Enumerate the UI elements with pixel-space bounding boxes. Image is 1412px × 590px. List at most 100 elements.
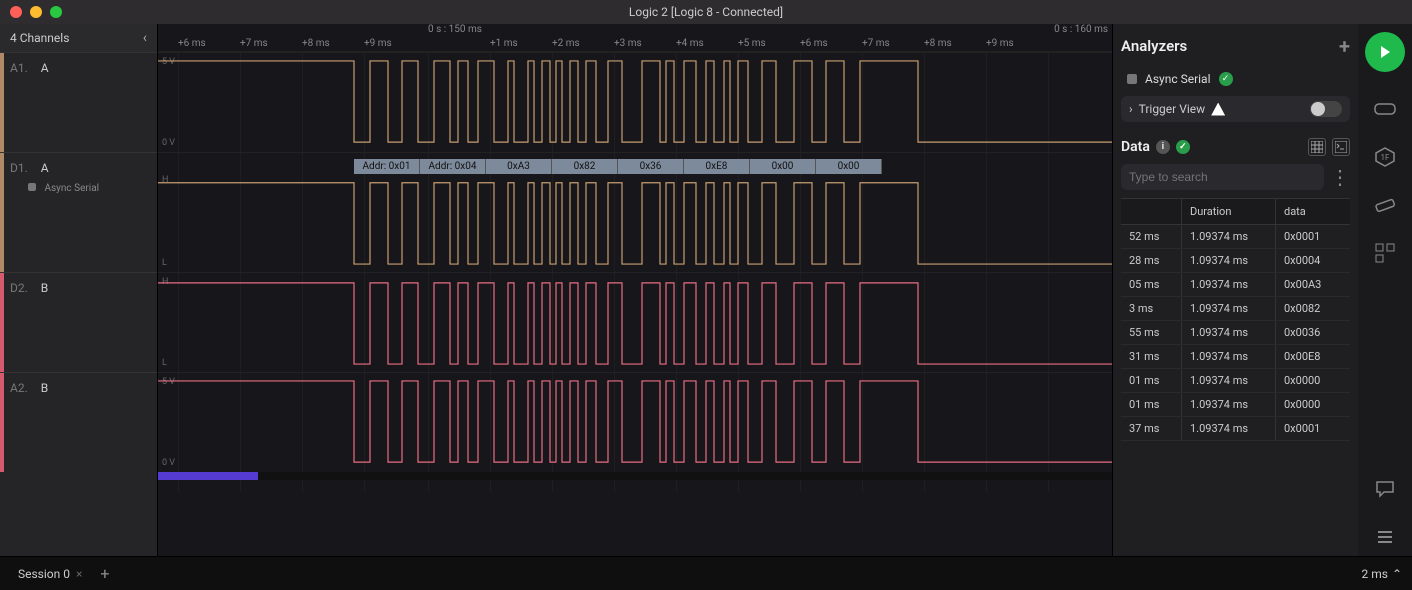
grid-icon[interactable] — [1374, 242, 1396, 264]
channel-name: A — [41, 161, 49, 175]
channels-count: 4 Channels — [10, 31, 69, 45]
ruler-tick: +9 ms — [364, 38, 392, 49]
waveform-plot — [158, 53, 1112, 152]
svg-text:1F: 1F — [1381, 153, 1390, 162]
ruler-tick: +7 ms — [862, 38, 890, 49]
minimap-scrollbar[interactable] — [158, 472, 1112, 480]
ruler-tick: +5 ms — [738, 38, 766, 49]
ruler-tick: +9 ms — [986, 38, 1014, 49]
add-analyzer-button[interactable]: + — [1339, 34, 1350, 58]
table-row[interactable]: 37 ms1.09374 ms0x0001 — [1121, 417, 1350, 441]
ruler-tick: +1 ms — [490, 38, 518, 49]
ruler-tick: +6 ms — [800, 38, 828, 49]
trigger-view-row[interactable]: › Trigger View — [1121, 96, 1350, 122]
channel-analyzer-label: Async Serial — [44, 183, 99, 194]
waveform-plot — [158, 273, 1112, 372]
wave-lane-a1[interactable]: 5 V 0 V — [158, 52, 1112, 152]
channel-name: B — [41, 281, 48, 295]
chat-icon[interactable] — [1374, 478, 1396, 500]
table-view-icon[interactable] — [1308, 138, 1326, 156]
ruler-tick: +4 ms — [676, 38, 704, 49]
more-icon[interactable]: ⋮ — [1330, 164, 1350, 190]
measure-icon[interactable] — [1374, 194, 1396, 216]
close-icon[interactable] — [10, 6, 22, 18]
check-icon: ✓ — [1176, 140, 1190, 154]
channel-index: A2. — [10, 381, 28, 395]
table-row[interactable]: 28 ms1.09374 ms0x0004 — [1121, 249, 1350, 273]
info-icon[interactable]: i — [1156, 140, 1170, 154]
hex-icon[interactable]: 1F — [1374, 146, 1396, 168]
ruler-tick: +8 ms — [924, 38, 952, 49]
table-row[interactable]: 01 ms1.09374 ms0x0000 — [1121, 393, 1350, 417]
ruler-tick: +3 ms — [614, 38, 642, 49]
data-title: Data — [1121, 139, 1150, 155]
wave-lane-d2[interactable]: H L — [158, 272, 1112, 372]
ruler-tick: +7 ms — [240, 38, 268, 49]
waveform-viewport[interactable]: 0 s : 150 ms 0 s : 160 ms +6 ms +7 ms +8 m… — [158, 24, 1112, 556]
close-tab-icon[interactable]: × — [76, 567, 82, 581]
time-ruler[interactable]: 0 s : 150 ms 0 s : 160 ms +6 ms +7 ms +8 m… — [158, 24, 1112, 52]
table-header: Duration data — [1121, 198, 1350, 225]
analyzer-label: Async Serial — [1145, 72, 1211, 86]
footer: Session 0 × + 2 ms ⌃ — [0, 556, 1412, 590]
session-tab-label: Session 0 — [18, 567, 70, 581]
wave-lane-d1[interactable]: H L Addr: 0x01Addr: 0x040xA30x820x360xE8… — [158, 152, 1112, 272]
menu-icon[interactable] — [1374, 526, 1396, 548]
ruler-tick: +6 ms — [178, 38, 206, 49]
ruler-tick: +8 ms — [302, 38, 330, 49]
waveform-plot — [158, 153, 1112, 272]
channel-index: D2. — [10, 281, 28, 295]
chevron-right-icon: › — [1129, 102, 1133, 116]
table-row[interactable]: 05 ms1.09374 ms0x00A3 — [1121, 273, 1350, 297]
channel-color-swatch — [0, 273, 4, 372]
analyzers-panel: Analyzers + Async Serial ✓ › Trigger Vie… — [1112, 24, 1358, 556]
channel-a2[interactable]: A2. B — [0, 372, 157, 472]
titlebar: Logic 2 [Logic 8 - Connected] — [0, 0, 1412, 24]
table-row[interactable]: 55 ms1.09374 ms0x0036 — [1121, 321, 1350, 345]
channel-color-swatch — [0, 373, 4, 472]
channel-a1[interactable]: A1. A — [0, 52, 157, 152]
data-search-input[interactable] — [1121, 164, 1324, 190]
wave-lane-a2[interactable]: 5 V 0 V — [158, 372, 1112, 472]
data-table[interactable]: Duration data 52 ms1.09374 ms0x000128 ms… — [1121, 198, 1350, 546]
minimize-icon[interactable] — [30, 6, 42, 18]
fullscreen-icon[interactable] — [50, 6, 62, 18]
analyzer-item[interactable]: Async Serial ✓ — [1121, 68, 1350, 90]
trigger-toggle[interactable] — [1310, 101, 1342, 117]
time-origin-label: 0 s : 150 ms — [428, 24, 482, 35]
terminal-view-icon[interactable] — [1332, 138, 1350, 156]
window-title: Logic 2 [Logic 8 - Connected] — [629, 5, 783, 19]
warning-icon — [1211, 103, 1225, 116]
channel-d2[interactable]: D2. B — [0, 272, 157, 372]
start-capture-button[interactable] — [1365, 32, 1405, 72]
channel-color-swatch — [0, 53, 4, 152]
table-row[interactable]: 01 ms1.09374 ms0x0000 — [1121, 369, 1350, 393]
check-icon: ✓ — [1219, 72, 1233, 86]
channel-d1[interactable]: D1. A Async Serial — [0, 152, 157, 272]
col-duration: Duration — [1181, 199, 1275, 224]
session-tab[interactable]: Session 0 × — [10, 563, 90, 585]
table-row[interactable]: 31 ms1.09374 ms0x00E8 — [1121, 345, 1350, 369]
table-row[interactable]: 3 ms1.09374 ms0x0082 — [1121, 297, 1350, 321]
trigger-view-label: Trigger View — [1139, 102, 1206, 116]
collapse-sidebar-icon[interactable]: ‹ — [143, 30, 147, 46]
device-icon[interactable] — [1374, 98, 1396, 120]
time-end-label: 0 s : 160 ms — [1054, 24, 1108, 35]
chevron-up-icon: ⌃ — [1392, 567, 1402, 581]
col-data: data — [1275, 199, 1350, 224]
ruler-tick: +2 ms — [552, 38, 580, 49]
tool-rail: 1F — [1358, 24, 1412, 556]
channel-color-swatch — [0, 153, 4, 272]
analyzer-color-swatch — [1127, 74, 1137, 84]
channel-name: A — [41, 61, 49, 75]
channel-index: A1. — [10, 61, 28, 75]
waveform-plot — [158, 373, 1112, 472]
analyzers-title: Analyzers — [1121, 37, 1187, 55]
minimap-selection[interactable] — [158, 472, 258, 480]
channel-name: B — [41, 381, 48, 395]
channel-index: D1. — [10, 161, 28, 175]
channels-header: 4 Channels ‹ — [0, 24, 157, 52]
table-row[interactable]: 52 ms1.09374 ms0x0001 — [1121, 225, 1350, 249]
zoom-indicator[interactable]: 2 ms ⌃ — [1362, 567, 1403, 581]
add-tab-button[interactable]: + — [100, 564, 109, 583]
